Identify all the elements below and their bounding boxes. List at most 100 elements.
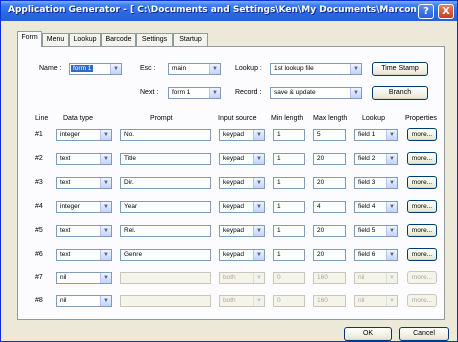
row-line-number: #3: [35, 179, 43, 186]
branch-button[interactable]: Branch: [372, 86, 428, 100]
prompt-input: [120, 272, 211, 284]
help-button[interactable]: ?: [418, 4, 434, 19]
row-line-number: #1: [35, 131, 43, 138]
tab-startup[interactable]: Startup: [173, 33, 208, 46]
chevron-down-icon: ▼: [386, 178, 397, 188]
data-type-select[interactable]: text ▼: [56, 153, 112, 165]
lookup-field-select[interactable]: field 1 ▼: [354, 129, 398, 141]
chevron-down-icon: ▼: [209, 88, 220, 98]
chevron-down-icon: ▼: [100, 178, 111, 188]
tab-menu[interactable]: Menu: [42, 33, 69, 46]
close-button[interactable]: X: [438, 4, 454, 19]
row-line-number: #2: [35, 155, 43, 162]
lookup-label: Lookup :: [235, 65, 262, 72]
row-line-number: #8: [35, 297, 43, 304]
chevron-down-icon: ▼: [350, 64, 361, 74]
chevron-down-icon: ▼: [386, 273, 397, 283]
lookup-field-select[interactable]: field 6 ▼: [354, 249, 398, 261]
col-line: Line: [35, 115, 49, 122]
prompt-input[interactable]: Genre: [120, 249, 211, 261]
input-source-select[interactable]: keypad ▼: [219, 129, 265, 141]
next-select[interactable]: form 1 ▼: [168, 87, 221, 99]
properties-button[interactable]: more...: [407, 200, 437, 213]
app-generator-window: Application Generator - [ C:\Documents a…: [0, 0, 458, 342]
row-line-number: #5: [35, 227, 43, 234]
min-length-input[interactable]: 1: [273, 177, 305, 189]
min-length-input[interactable]: 1: [273, 225, 305, 237]
tab-form[interactable]: Form: [17, 31, 42, 47]
lookup-field-select[interactable]: field 4 ▼: [354, 201, 398, 213]
min-length-input[interactable]: 1: [273, 249, 305, 261]
prompt-input[interactable]: Year: [120, 201, 211, 213]
prompt-input[interactable]: Rel.: [120, 225, 211, 237]
chevron-down-icon: ▼: [253, 154, 264, 164]
min-length-input: 0: [273, 272, 305, 284]
data-type-select[interactable]: integer ▼: [56, 129, 112, 141]
max-length-input[interactable]: 4: [313, 201, 346, 213]
chevron-down-icon: ▼: [253, 296, 264, 306]
properties-button[interactable]: more...: [407, 176, 437, 189]
tab-lookup[interactable]: Lookup: [69, 33, 101, 46]
max-length-input[interactable]: 20: [313, 249, 346, 261]
prompt-input[interactable]: No.: [120, 129, 211, 141]
properties-button[interactable]: more...: [407, 248, 437, 261]
col-input-source: Input source: [218, 115, 257, 122]
input-source-select[interactable]: keypad ▼: [219, 177, 265, 189]
time-stamp-button[interactable]: Time Stamp: [372, 62, 428, 76]
max-length-input[interactable]: 20: [313, 225, 346, 237]
data-type-select[interactable]: text ▼: [56, 177, 112, 189]
name-select[interactable]: form 1 ▼: [69, 63, 122, 75]
min-length-input[interactable]: 1: [273, 201, 305, 213]
chevron-down-icon: ▼: [253, 130, 264, 140]
record-label: Record :: [235, 89, 262, 96]
input-source-select[interactable]: keypad ▼: [219, 201, 265, 213]
row-line-number: #7: [35, 274, 43, 281]
chevron-down-icon: ▼: [386, 154, 397, 164]
input-source-select[interactable]: keypad ▼: [219, 153, 265, 165]
input-source-select: both ▼: [219, 295, 265, 307]
record-select[interactable]: save & update ▼: [270, 87, 362, 99]
lookup-field-select[interactable]: field 2 ▼: [354, 153, 398, 165]
col-properties: Properties: [405, 115, 437, 122]
data-type-select[interactable]: text ▼: [56, 249, 112, 261]
cancel-button[interactable]: Cancel: [399, 327, 449, 341]
chevron-down-icon: ▼: [253, 250, 264, 260]
max-length-input[interactable]: 20: [313, 153, 346, 165]
lookup-file-select[interactable]: 1st lookup file ▼: [270, 63, 362, 75]
ok-button[interactable]: OK: [344, 327, 392, 341]
min-length-input[interactable]: 1: [273, 129, 305, 141]
esc-label: Esc :: [140, 65, 156, 72]
min-length-input[interactable]: 1: [273, 153, 305, 165]
data-type-select[interactable]: text ▼: [56, 225, 112, 237]
chevron-down-icon: ▼: [253, 273, 264, 283]
chevron-down-icon: ▼: [100, 250, 111, 260]
lookup-field-select[interactable]: field 3 ▼: [354, 177, 398, 189]
data-type-select[interactable]: nil ▼: [56, 295, 112, 307]
lookup-field-select[interactable]: field 5 ▼: [354, 225, 398, 237]
properties-button[interactable]: more...: [407, 152, 437, 165]
max-length-input[interactable]: 20: [313, 177, 346, 189]
lookup-field-select: nil ▼: [354, 272, 398, 284]
chevron-down-icon: ▼: [209, 64, 220, 74]
properties-button[interactable]: more...: [407, 128, 437, 141]
title-bar[interactable]: Application Generator - [ C:\Documents a…: [1, 1, 457, 21]
data-type-select[interactable]: nil ▼: [56, 272, 112, 284]
window-title: Application Generator - [ C:\Documents a…: [8, 5, 416, 15]
chevron-down-icon: ▼: [253, 226, 264, 236]
esc-select[interactable]: main ▼: [168, 63, 221, 75]
data-type-select[interactable]: integer ▼: [56, 201, 112, 213]
min-length-input: 0: [273, 295, 305, 307]
input-source-select[interactable]: keypad ▼: [219, 249, 265, 261]
tab-settings[interactable]: Settings: [136, 33, 173, 46]
max-length-input[interactable]: 5: [313, 129, 346, 141]
prompt-input[interactable]: Title: [120, 153, 211, 165]
max-length-input: 160: [313, 295, 346, 307]
properties-button[interactable]: more...: [407, 224, 437, 237]
chevron-down-icon: ▼: [386, 202, 397, 212]
tab-barcode[interactable]: Barcode: [101, 33, 136, 46]
prompt-input[interactable]: Dir.: [120, 177, 211, 189]
chevron-down-icon: ▼: [100, 273, 111, 283]
prompt-input: [120, 295, 211, 307]
max-length-input: 160: [313, 272, 346, 284]
input-source-select[interactable]: keypad ▼: [219, 225, 265, 237]
